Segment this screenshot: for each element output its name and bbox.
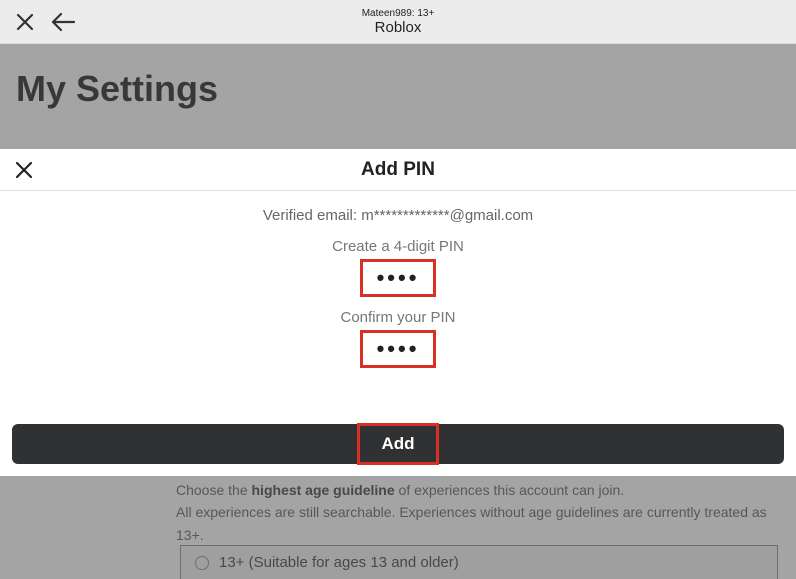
modal-header: Add PIN [0, 149, 796, 191]
confirm-pin-label: Confirm your PIN [0, 309, 796, 326]
create-pin-input[interactable]: •••• [360, 259, 436, 297]
top-bar-title: Mateen989: 13+ Roblox [362, 8, 435, 36]
modal-backdrop-upper [0, 44, 796, 149]
app-name-label: Roblox [362, 19, 435, 36]
modal-body: Verified email: m*************@gmail.com… [0, 191, 796, 368]
verified-email-label: Verified email: m*************@gmail.com [0, 207, 796, 224]
top-bar-left-icons [0, 9, 76, 35]
back-arrow-icon[interactable] [50, 9, 76, 35]
close-icon[interactable] [12, 9, 38, 35]
add-button-container: Add [12, 424, 784, 464]
add-button-label: Add [381, 434, 414, 453]
add-pin-modal: Add PIN Verified email: m*************@g… [0, 149, 796, 476]
top-bar: Mateen989: 13+ Roblox [0, 0, 796, 44]
add-button[interactable]: Add [12, 424, 784, 464]
modal-backdrop-lower [0, 476, 796, 579]
create-pin-label: Create a 4-digit PIN [0, 238, 796, 255]
modal-title: Add PIN [0, 159, 796, 181]
username-label: Mateen989: 13+ [362, 8, 435, 19]
modal-close-icon[interactable] [14, 160, 34, 180]
confirm-pin-input[interactable]: •••• [360, 330, 436, 368]
